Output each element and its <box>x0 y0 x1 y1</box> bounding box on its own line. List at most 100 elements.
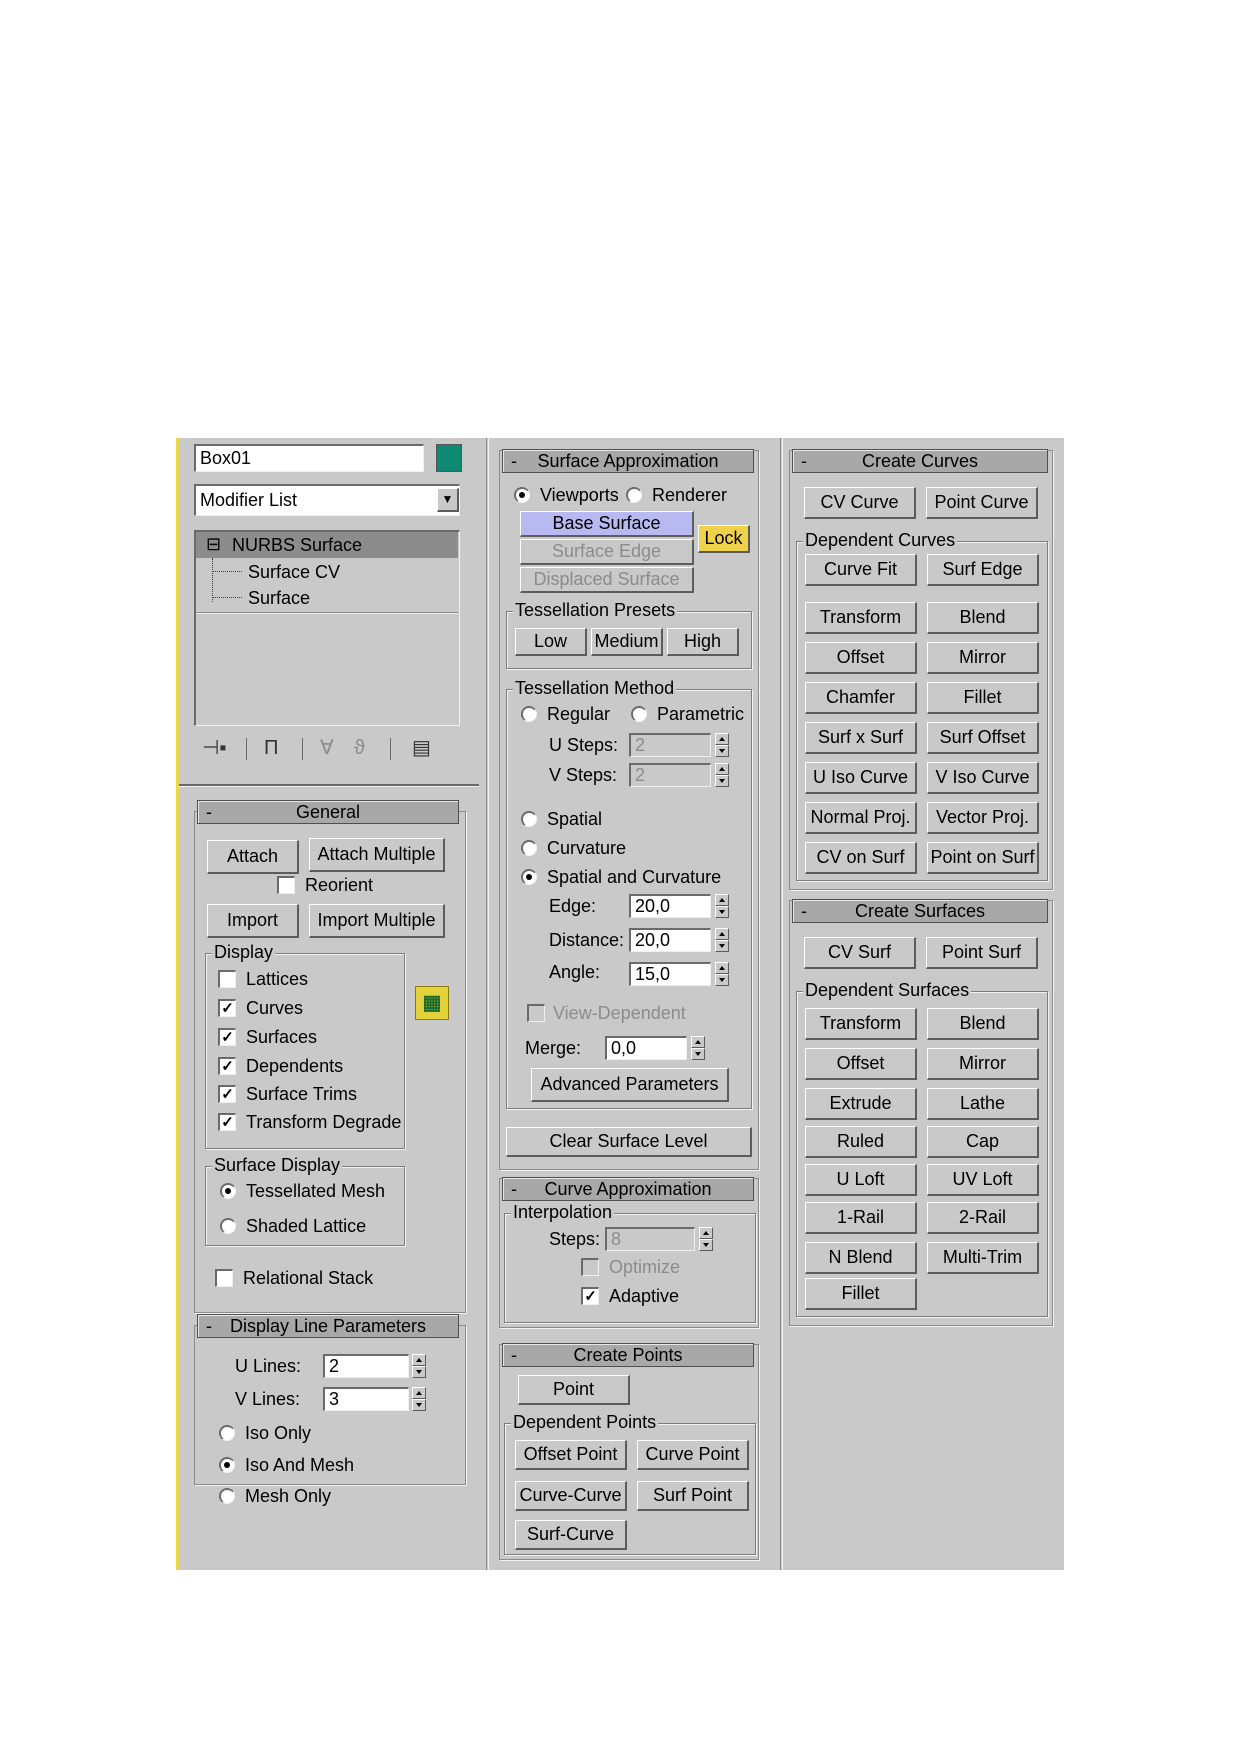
lock-button[interactable]: Lock <box>698 525 750 553</box>
extrude-button[interactable]: Extrude <box>805 1088 917 1120</box>
modifier-list-arrow[interactable]: ▼ <box>437 488 459 512</box>
create-curves-header[interactable]: - Create Curves <box>792 449 1048 473</box>
chamfer-button[interactable]: Chamfer <box>805 682 917 714</box>
curve-point-button[interactable]: Curve Point <box>637 1440 749 1470</box>
point-on-surf-button[interactable]: Point on Surf <box>927 842 1039 874</box>
pin-stack-icon[interactable]: ⊣▪ <box>202 736 227 760</box>
object-color-swatch[interactable] <box>436 444 462 472</box>
surf-point-button[interactable]: Surf Point <box>637 1481 749 1511</box>
u-loft-button[interactable]: U Loft <box>805 1164 917 1196</box>
collapse-icon[interactable]: ⊟ <box>206 534 221 554</box>
parametric-radio[interactable] <box>631 706 647 722</box>
point-button[interactable]: Point <box>518 1375 630 1405</box>
curvature-radio[interactable] <box>521 840 537 856</box>
spatial-curvature-radio[interactable] <box>521 869 537 885</box>
surfaces-checkbox[interactable]: ✓ <box>218 1028 236 1046</box>
surface-approximation-header[interactable]: - Surface Approximation <box>502 449 754 473</box>
normal-proj-button[interactable]: Normal Proj. <box>805 802 917 834</box>
point-curve-button[interactable]: Point Curve <box>926 487 1038 519</box>
offset-surface-button[interactable]: Offset <box>805 1048 917 1080</box>
edge-spinner[interactable] <box>715 894 729 918</box>
transform-degrade-checkbox[interactable]: ✓ <box>218 1113 236 1131</box>
cv-surf-button[interactable]: CV Surf <box>804 937 916 969</box>
nurbs-creation-toolbox-icon[interactable]: ▦ <box>415 986 449 1020</box>
create-points-header[interactable]: - Create Points <box>502 1343 754 1367</box>
offset-point-button[interactable]: Offset Point <box>515 1440 627 1470</box>
stack-item-surface[interactable]: Surface <box>212 586 452 610</box>
fillet-curve-button[interactable]: Fillet <box>927 682 1039 714</box>
point-surf-button[interactable]: Point Surf <box>926 937 1038 969</box>
import-button[interactable]: Import <box>207 904 299 938</box>
surf-edge-button[interactable]: Surf Edge <box>927 554 1039 586</box>
uv-loft-button[interactable]: UV Loft <box>927 1164 1039 1196</box>
offset-curve-button[interactable]: Offset <box>805 642 917 674</box>
cv-on-surf-button[interactable]: CV on Surf <box>805 842 917 874</box>
curve-approximation-header[interactable]: - Curve Approximation <box>502 1177 754 1201</box>
merge-field[interactable]: 0,0 <box>605 1036 687 1060</box>
low-preset-button[interactable]: Low <box>515 628 587 656</box>
vector-proj-button[interactable]: Vector Proj. <box>927 802 1039 834</box>
renderer-radio[interactable] <box>626 487 642 503</box>
clear-surface-level-button[interactable]: Clear Surface Level <box>506 1127 752 1157</box>
viewports-radio[interactable] <box>514 487 530 503</box>
surf-x-surf-button[interactable]: Surf x Surf <box>805 722 917 754</box>
iso-only-radio[interactable] <box>219 1425 235 1441</box>
attach-button[interactable]: Attach <box>207 840 299 874</box>
create-surfaces-header[interactable]: - Create Surfaces <box>792 899 1048 923</box>
distance-field[interactable]: 20,0 <box>629 928 711 952</box>
u-lines-field[interactable]: 2 <box>323 1354 409 1378</box>
mirror-curve-button[interactable]: Mirror <box>927 642 1039 674</box>
display-line-rollout-header[interactable]: - Display Line Parameters <box>197 1314 459 1338</box>
dependents-checkbox[interactable]: ✓ <box>218 1057 236 1075</box>
stack-item-nurbs-surface[interactable]: ⊟ NURBS Surface <box>196 532 458 558</box>
v-lines-field[interactable]: 3 <box>323 1387 409 1411</box>
u-iso-curve-button[interactable]: U Iso Curve <box>805 762 917 794</box>
object-name-field[interactable]: Box01 <box>194 444 424 472</box>
mesh-only-radio[interactable] <box>219 1488 235 1504</box>
surf-curve-button[interactable]: Surf-Curve <box>515 1520 627 1550</box>
spatial-radio[interactable] <box>521 811 537 827</box>
transform-curve-button[interactable]: Transform <box>805 602 917 634</box>
multi-trim-button[interactable]: Multi-Trim <box>927 1242 1039 1274</box>
adaptive-checkbox[interactable]: ✓ <box>581 1287 599 1305</box>
curve-fit-button[interactable]: Curve Fit <box>805 554 917 586</box>
lathe-button[interactable]: Lathe <box>927 1088 1039 1120</box>
n-blend-button[interactable]: N Blend <box>805 1242 917 1274</box>
tessellated-mesh-radio[interactable] <box>220 1183 236 1199</box>
mirror-surface-button[interactable]: Mirror <box>927 1048 1039 1080</box>
base-surface-button[interactable]: Base Surface <box>520 511 694 537</box>
angle-field[interactable]: 15,0 <box>629 962 711 986</box>
reorient-checkbox[interactable] <box>277 876 295 894</box>
attach-multiple-button[interactable]: Attach Multiple <box>309 838 445 872</box>
show-end-result-icon[interactable]: Π <box>264 736 278 760</box>
configure-sets-icon[interactable]: ▤ <box>412 736 431 760</box>
two-rail-button[interactable]: 2-Rail <box>927 1202 1039 1234</box>
cv-curve-button[interactable]: CV Curve <box>804 487 916 519</box>
angle-spinner[interactable] <box>715 962 729 986</box>
curves-checkbox[interactable]: ✓ <box>218 999 236 1017</box>
edge-field[interactable]: 20,0 <box>629 894 711 918</box>
regular-radio[interactable] <box>521 706 537 722</box>
shaded-lattice-radio[interactable] <box>220 1218 236 1234</box>
blend-surface-button[interactable]: Blend <box>927 1008 1039 1040</box>
high-preset-button[interactable]: High <box>667 628 739 656</box>
relational-stack-checkbox[interactable] <box>215 1269 233 1287</box>
fillet-surface-button[interactable]: Fillet <box>805 1278 917 1310</box>
curve-curve-button[interactable]: Curve-Curve <box>515 1481 627 1511</box>
import-multiple-button[interactable]: Import Multiple <box>309 904 445 938</box>
stack-item-surface-cv[interactable]: Surface CV <box>212 560 452 584</box>
surf-offset-button[interactable]: Surf Offset <box>927 722 1039 754</box>
lattices-checkbox[interactable] <box>218 970 236 988</box>
transform-surface-button[interactable]: Transform <box>805 1008 917 1040</box>
general-rollout-header[interactable]: - General <box>197 800 459 824</box>
cap-button[interactable]: Cap <box>927 1126 1039 1158</box>
u-lines-spinner[interactable] <box>412 1354 426 1378</box>
ruled-button[interactable]: Ruled <box>805 1126 917 1158</box>
one-rail-button[interactable]: 1-Rail <box>805 1202 917 1234</box>
v-iso-curve-button[interactable]: V Iso Curve <box>927 762 1039 794</box>
blend-curve-button[interactable]: Blend <box>927 602 1039 634</box>
v-lines-spinner[interactable] <box>412 1387 426 1411</box>
surface-trims-checkbox[interactable]: ✓ <box>218 1085 236 1103</box>
iso-and-mesh-radio[interactable] <box>219 1457 235 1473</box>
distance-spinner[interactable] <box>715 928 729 952</box>
